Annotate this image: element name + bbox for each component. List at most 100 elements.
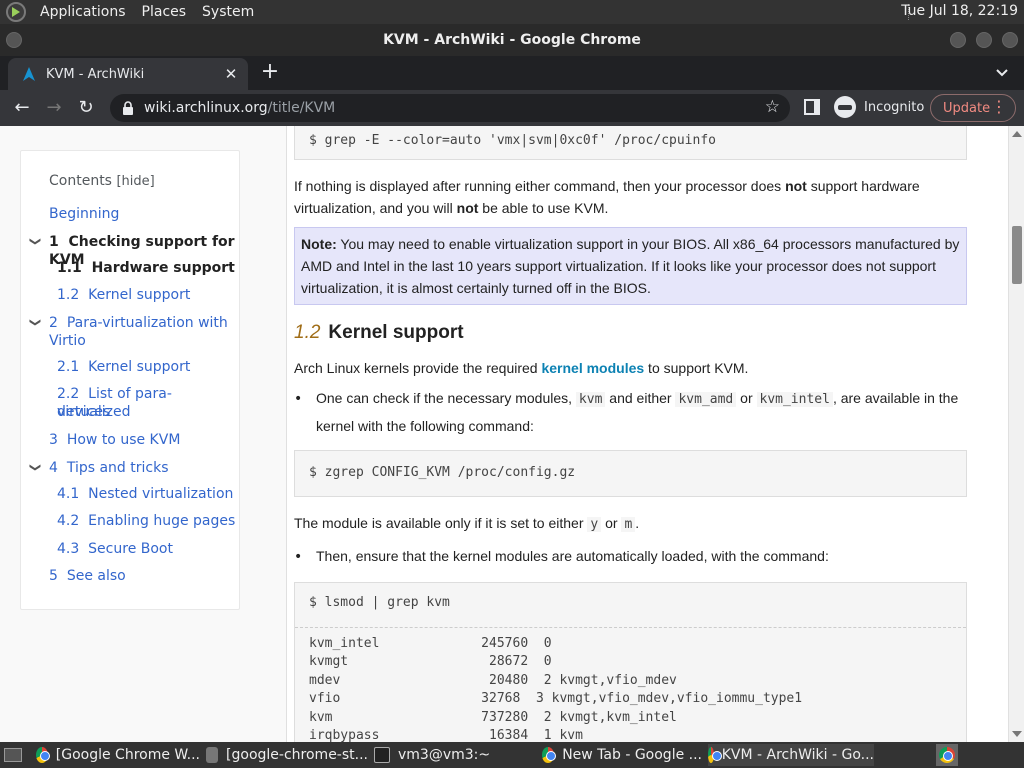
- back-arrow-icon[interactable]: ←: [10, 96, 34, 120]
- tab-kvm-archwiki[interactable]: KVM - ArchWiki ✕: [8, 58, 248, 90]
- window-titlebar: KVM - ArchWiki - Google Chrome: [0, 24, 1024, 56]
- vertical-scrollbar[interactable]: [1008, 126, 1024, 742]
- toc-item-2-1[interactable]: 2.1 Kernel support: [57, 358, 190, 376]
- toc-item-4[interactable]: 4 Tips and tricks: [49, 459, 169, 477]
- paragraph-no-support: If nothing is displayed after running ei…: [294, 178, 920, 216]
- toc-item-1-2[interactable]: 1.2 Kernel support: [57, 286, 190, 304]
- chevron-down-icon[interactable]: ❯: [29, 318, 42, 327]
- toc-item-5[interactable]: 5 See also: [49, 567, 126, 585]
- taskbar-item-chrome-st[interactable]: [google-chrome-st...: [206, 744, 368, 766]
- code-block-zgrep[interactable]: $ zgrep CONFIG_KVM /proc/config.gz: [294, 450, 967, 497]
- taskbar-item-new-tab[interactable]: New Tab - Google ...: [542, 744, 702, 766]
- lsmod-output: kvm_intel 245760 0 kvmgt 28672 0 mdev 20…: [295, 628, 966, 742]
- scrollbar-thumb[interactable]: [1012, 226, 1022, 284]
- output-line: kvm 737280 2 kvmgt,kvm_intel: [309, 709, 677, 725]
- toc-item-4-3[interactable]: 4.3 Secure Boot: [57, 540, 173, 558]
- page-viewport: Contents [hide] Beginning ❯ 1 Checking s…: [0, 126, 1024, 742]
- toc-item-3[interactable]: 3 How to use KVM: [49, 431, 180, 449]
- tab-strip: KVM - ArchWiki ✕ +: [0, 56, 1024, 90]
- note-label: Note:: [301, 236, 337, 252]
- incognito-icon: [834, 96, 856, 118]
- chrome-icon: [36, 747, 50, 763]
- incognito-label: Incognito: [864, 99, 925, 115]
- close-window-icon[interactable]: [1002, 32, 1018, 48]
- window-menu-icon[interactable]: [6, 32, 22, 48]
- reload-icon[interactable]: ↻: [74, 96, 98, 120]
- new-tab-button[interactable]: +: [258, 61, 282, 85]
- heading-number: 1.2: [294, 322, 321, 343]
- taskbar-item-terminal[interactable]: vm3@vm3:~: [374, 744, 534, 766]
- tab-close-icon[interactable]: ✕: [222, 65, 240, 83]
- output-line: vfio 32768 3 kvmgt,vfio_mdev,vfio_iommu_…: [309, 691, 803, 707]
- bullet-icon: •: [294, 391, 303, 407]
- chevron-down-icon[interactable]: ❯: [29, 237, 42, 246]
- lsmod-command: $ lsmod | grep kvm: [295, 583, 966, 628]
- note-box: Note: You may need to enable virtualizat…: [294, 227, 967, 305]
- taskbar-item-chrome-w[interactable]: [Google Chrome W...: [36, 744, 200, 766]
- toc-item-2[interactable]: 2 Para-virtualization with: [49, 314, 228, 332]
- toc-item-2-cont[interactable]: Virtio: [49, 332, 86, 350]
- heading-text: Kernel support: [328, 322, 464, 343]
- minimize-icon[interactable]: [950, 32, 966, 48]
- archlinux-favicon-icon: [23, 67, 35, 81]
- toc-item-1-1[interactable]: 1.1 Hardware support: [57, 259, 235, 277]
- code-block-lsmod[interactable]: $ lsmod | grep kvm kvm_intel 245760 0 kv…: [294, 582, 967, 742]
- distro-logo-icon[interactable]: [6, 2, 26, 22]
- kebab-menu-icon[interactable]: ⋮: [991, 99, 1007, 115]
- tab-search-chevron-icon[interactable]: [994, 64, 1010, 80]
- bookmark-star-icon[interactable]: ☆: [765, 97, 780, 117]
- system-panel: Applications Places System Tue Jul 18, 2…: [0, 0, 1024, 24]
- chrome-icon: [542, 747, 557, 763]
- toc-hide-link[interactable]: [hide]: [116, 174, 154, 189]
- taskbar-item-kvm-archwiki[interactable]: KVM - ArchWiki - Go...: [708, 744, 874, 766]
- url-path: /title/KVM: [267, 100, 336, 116]
- address-bar[interactable]: wiki.archlinux.org/title/KVM ☆: [110, 94, 790, 122]
- output-line: kvmgt 28672 0: [309, 654, 552, 670]
- toc-item-2-2-cont[interactable]: devices: [57, 403, 110, 421]
- show-desktop-icon[interactable]: [4, 744, 30, 766]
- lock-icon[interactable]: [122, 101, 134, 115]
- table-of-contents: Contents [hide] Beginning ❯ 1 Checking s…: [20, 150, 240, 610]
- maximize-icon[interactable]: [976, 32, 992, 48]
- clock[interactable]: Tue Jul 18, 22:19: [901, 3, 1018, 19]
- bullet-check-modules: One can check if the necessary modules, …: [316, 390, 959, 434]
- section-heading: 1.2 Kernel support: [294, 322, 464, 344]
- tab-title: KVM - ArchWiki: [46, 66, 145, 82]
- scroll-down-arrow-icon[interactable]: [1012, 731, 1022, 737]
- url-host: wiki.archlinux.org: [144, 100, 268, 116]
- output-line: irqbypass 16384 1 kvm: [309, 728, 583, 742]
- bullet-icon: •: [294, 549, 303, 565]
- taskbar: [Google Chrome W... [google-chrome-st...…: [0, 742, 1024, 768]
- toc-item-4-2[interactable]: 4.2 Enabling huge pages: [57, 512, 235, 530]
- menu-applications[interactable]: Applications: [32, 4, 134, 20]
- bullet-ensure-loaded: Then, ensure that the kernel modules are…: [316, 548, 829, 564]
- chrome-icon: [708, 747, 722, 763]
- terminal-icon: [374, 747, 390, 763]
- side-panel-icon[interactable]: [804, 99, 820, 115]
- kernel-modules-link[interactable]: kernel modules: [541, 360, 644, 376]
- scroll-up-arrow-icon[interactable]: [1012, 131, 1022, 137]
- menu-system[interactable]: System: [194, 4, 262, 20]
- file-manager-icon: [206, 747, 219, 763]
- paragraph-kernel-modules: Arch Linux kernels provide the required …: [294, 360, 749, 376]
- forward-arrow-icon[interactable]: →: [42, 96, 66, 120]
- menu-places[interactable]: Places: [134, 4, 195, 20]
- toc-header: Contents [hide]: [49, 173, 155, 189]
- toc-item-4-1[interactable]: 4.1 Nested virtualization: [57, 485, 233, 503]
- note-text: You may need to enable virtualization su…: [301, 236, 960, 296]
- output-line: kvm_intel 245760 0: [309, 636, 552, 651]
- taskbar-launcher-chrome[interactable]: [936, 744, 958, 766]
- article-content: $ grep -E --color=auto 'vmx|svm|0xc0f' /…: [287, 126, 1008, 742]
- chrome-icon: [939, 747, 955, 763]
- chevron-down-icon[interactable]: ❯: [29, 463, 42, 472]
- toc-item-beginning[interactable]: Beginning: [49, 205, 119, 223]
- window-title: KVM - ArchWiki - Google Chrome: [383, 32, 641, 48]
- update-label: Update: [943, 100, 991, 116]
- browser-toolbar: ← → ↻ wiki.archlinux.org/title/KVM ☆ Inc…: [0, 90, 1024, 126]
- code-block-cpuinfo[interactable]: $ grep -E --color=auto 'vmx|svm|0xc0f' /…: [294, 126, 967, 160]
- paragraph-module-available: The module is available only if it is se…: [294, 515, 640, 532]
- update-button[interactable]: Update ⋮: [930, 94, 1016, 122]
- incognito-indicator[interactable]: Incognito: [834, 96, 924, 118]
- toc-title: Contents: [49, 173, 112, 189]
- output-line: mdev 20480 2 kvmgt,vfio_mdev: [309, 672, 677, 688]
